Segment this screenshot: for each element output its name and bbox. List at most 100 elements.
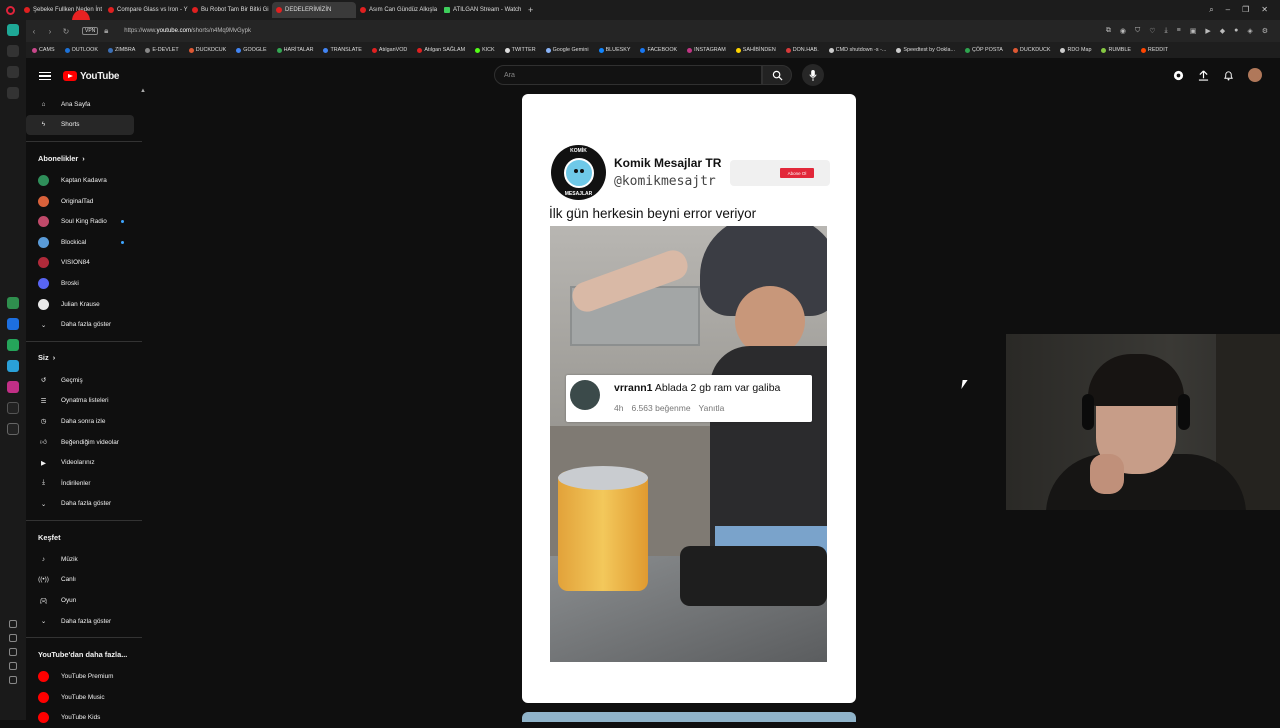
maximize-icon[interactable]: ❐ [1242,5,1249,15]
bookmark-item[interactable]: REDDIT [1140,47,1168,53]
sidebar-item-watch-later[interactable]: ◷ Daha sonra izle [26,411,136,432]
sidebar-item-history[interactable]: ↺ Geçmiş [26,370,136,391]
settings-icon[interactable]: ⚙ [1262,27,1268,35]
bookmark-item[interactable]: E-DEVLET [145,47,179,53]
settings-icon[interactable] [9,662,17,670]
minimize-icon[interactable]: – [1226,5,1230,15]
browser-tab[interactable]: Compare Glass vs Iron - Y [104,2,188,18]
search-tabs-icon[interactable]: ⌕ [1209,5,1213,15]
close-icon[interactable]: ✕ [1261,5,1268,15]
shield-icon[interactable]: ⛉ [1135,27,1140,35]
extension-icon[interactable]: ▣ [1190,27,1197,35]
bookmark-item[interactable]: AtılganVOD [371,47,407,53]
sidebar-item-shorts[interactable]: ϟ Shorts [26,114,134,136]
scroll-up-icon[interactable]: ▲ [140,88,146,94]
create-icon[interactable] [1173,70,1184,81]
home-icon[interactable] [7,24,19,36]
sidebar-item-music[interactable]: ♪ Müzik [26,549,136,570]
youtube-app-item[interactable]: YouTube Kids [26,708,136,728]
edit-icon[interactable] [9,634,17,642]
link-icon[interactable] [7,45,19,57]
sidebar-item-downloads[interactable]: ⤓ İndirilenler [26,473,136,494]
more-from-youtube-header[interactable]: YouTube'dan daha fazla... [26,642,142,666]
play-icon[interactable]: ▶ [1205,27,1210,35]
subscribe-button[interactable]: Abone Ol [780,168,814,178]
subscription-item[interactable]: OriginalTad [26,191,136,212]
sidebar-item-chevron-down[interactable]: ⌄ Daha fazla göster [26,611,136,632]
bookmark-item[interactable]: CMD shutdown -s -... [828,47,886,53]
bookmark-item[interactable]: HARİTALAR [276,47,313,53]
explore-header[interactable]: Keşfet [26,525,142,549]
sidebar-item-gaming[interactable]: 🎮︎ Oyun [26,590,136,611]
bookmark-item[interactable]: GOOGLE [236,47,267,53]
video-frame[interactable] [550,226,827,662]
subscription-item[interactable]: Julian Krause [26,294,136,315]
bookmark-item[interactable]: CAMS [32,47,55,53]
opera-logo-icon[interactable] [0,0,20,20]
you-header[interactable]: Siz › [26,346,142,370]
more-icon[interactable] [9,676,17,684]
extension-icon[interactable]: ● [1234,27,1238,35]
camera-icon[interactable]: ◉ [1120,27,1126,35]
youtube-app-item[interactable]: YouTube Premium [26,666,136,687]
reload-icon[interactable]: ↻ [58,27,74,36]
subscription-item[interactable]: Broski [26,273,136,294]
bookmark-item[interactable]: TWITTER [504,47,536,53]
subscription-item[interactable]: Soul King Radio [26,211,136,232]
bookmark-item[interactable]: INSTAGRAM [687,47,726,53]
menu-icon[interactable]: ≡ [1177,27,1181,35]
sidebar-item-live[interactable]: ((•)) Canlı [26,570,136,591]
tiktok-icon[interactable] [7,402,19,414]
app-icon[interactable] [7,297,19,309]
url-field[interactable]: https://www.youtube.com/shorts/n4Mq9MvGy… [124,28,251,34]
voice-search-button[interactable] [802,64,824,86]
bookmark-item[interactable]: ZIMBRA [107,47,135,53]
wallet-icon[interactable] [7,66,19,78]
bookmark-item[interactable]: Google Gemini [545,47,589,53]
subscription-item[interactable]: Blockical [26,232,136,253]
youtube-logo[interactable]: YouTube [63,71,120,82]
x-twitter-icon[interactable] [7,423,19,435]
browser-tab-active[interactable]: DEDELERİMİZİN [272,2,356,18]
forward-icon[interactable]: › [42,27,58,36]
notifications-bell-icon[interactable] [1223,70,1234,81]
vpn-badge[interactable]: VPN [82,27,99,35]
next-short-preview[interactable] [522,712,856,722]
channel-logo[interactable]: KOMİK MESAJLAR [551,145,606,200]
browser-tab[interactable]: ATILGAN Stream - Watch [440,2,524,18]
sidebar-item-liked[interactable]: 👍︎ Beğendiğim videolar [26,432,136,453]
history-icon[interactable] [9,648,17,656]
sidebar-item-home[interactable]: ⌂ Ana Sayfa [26,94,136,115]
new-tab-button[interactable]: + [528,5,533,15]
search-input[interactable]: Ara [494,65,762,85]
avatar[interactable] [1248,68,1262,82]
extension-icon[interactable]: ◆ [1220,27,1225,35]
bookmark-item[interactable]: DUCKDUCK [1012,47,1050,53]
bookmark-item[interactable]: ÇÖP POSTA [964,47,1003,53]
grid-icon[interactable] [9,620,17,628]
bookmark-item[interactable]: OUTLOOK [64,47,98,53]
bookmark-item[interactable]: Atılgan SAĞLAM [417,47,465,53]
search-button[interactable] [762,65,792,85]
browser-tab[interactable]: Şebeke Fullken Neden İnt [20,2,104,18]
bookmark-item[interactable]: RUMBLE [1101,47,1131,53]
upload-icon[interactable] [1198,69,1209,81]
bookmark-item[interactable]: RDO Map [1060,47,1091,53]
messenger-icon[interactable] [7,318,19,330]
bookmark-item[interactable]: SAHİBİNDEN [735,47,776,53]
bookmark-item[interactable]: DUCKDCUK [188,47,226,53]
browser-tab[interactable]: Asım Can Gündüz Alkışla [356,2,440,18]
extension-icon[interactable]: ◈ [1247,27,1252,35]
bookmark-item[interactable]: TRANSLATE [323,47,362,53]
browser-tab[interactable]: Bu Robot Tam Bir Bitki Gi [188,2,272,18]
short-video-card[interactable]: KOMİK MESAJLAR Komik Mesajlar TR @komikm… [522,94,856,703]
back-icon[interactable]: ‹ [26,27,42,36]
screenshot-icon[interactable]: ⧉ [1106,27,1111,35]
sidebar-item-your-videos[interactable]: ▶ Videolarınız [26,452,136,473]
instagram-icon[interactable] [7,381,19,393]
bookmark-item[interactable]: BLUESKY [598,47,630,53]
download-icon[interactable]: ⤓ [1164,27,1167,35]
bookmark-item[interactable]: FACEBOOK [640,47,677,53]
bookmark-item[interactable]: Speedtest by Ookla... [896,47,955,53]
heart-icon[interactable]: ♡ [1149,27,1155,35]
